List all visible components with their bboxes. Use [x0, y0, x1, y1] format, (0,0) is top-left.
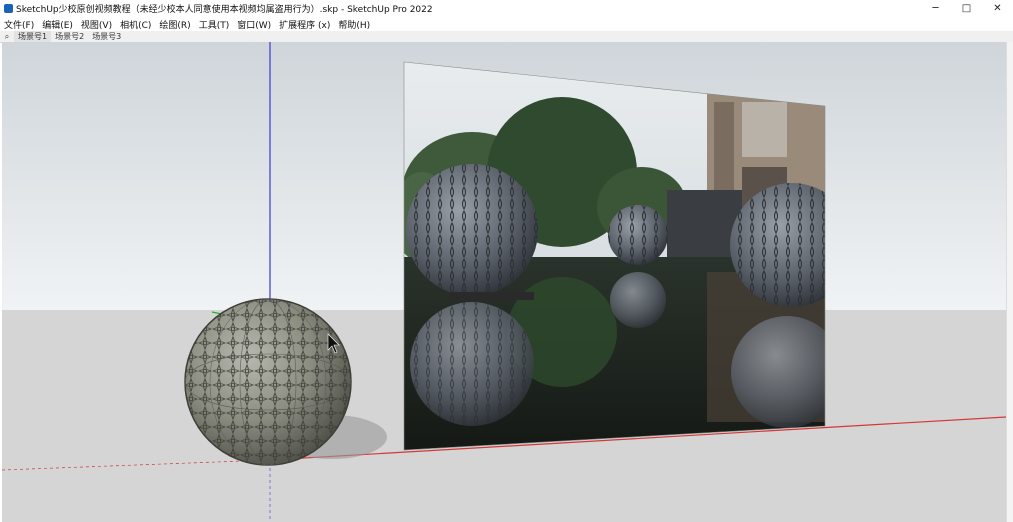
scene-tab-1[interactable]: 场景号1: [14, 31, 52, 42]
menu-draw[interactable]: 绘图(R): [155, 18, 194, 31]
window-controls: ─ □ ✕: [920, 0, 1013, 17]
menu-tools[interactable]: 工具(T): [195, 18, 234, 31]
minimize-button[interactable]: ─: [920, 0, 951, 17]
viewport-scene: [2, 42, 1006, 522]
right-tray-edge: [1006, 42, 1013, 522]
close-button[interactable]: ✕: [982, 0, 1013, 17]
sketchup-app-icon: [4, 4, 13, 13]
scene-tab-2[interactable]: 场景号2: [51, 31, 88, 42]
menu-view[interactable]: 视图(V): [77, 18, 116, 31]
menu-extensions[interactable]: 扩展程序 (x): [275, 18, 334, 31]
menu-camera[interactable]: 相机(C): [116, 18, 155, 31]
menu-window[interactable]: 窗口(W): [233, 18, 275, 31]
scene-tab-3[interactable]: 场景号3: [88, 31, 125, 42]
menu-bar: 文件(F) 编辑(E) 视图(V) 相机(C) 绘图(R) 工具(T) 窗口(W…: [0, 17, 1013, 31]
modeling-viewport[interactable]: [2, 42, 1006, 522]
window-title: SketchUp少校原创视频教程（未经少校本人同意使用本视频均属盗用行为）.sk…: [16, 5, 433, 15]
modeled-sphere: [184, 298, 352, 466]
title-bar: SketchUp少校原创视频教程（未经少校本人同意使用本视频均属盗用行为）.sk…: [0, 0, 1013, 17]
menu-file[interactable]: 文件(F): [0, 18, 38, 31]
reference-photo-plane: [404, 62, 825, 450]
menu-help[interactable]: 帮助(H): [334, 18, 374, 31]
maximize-button[interactable]: □: [951, 0, 982, 17]
search-icon[interactable]: ⌕: [0, 32, 14, 42]
red-axis-dashed: [2, 459, 271, 471]
menu-edit[interactable]: 编辑(E): [38, 18, 77, 31]
